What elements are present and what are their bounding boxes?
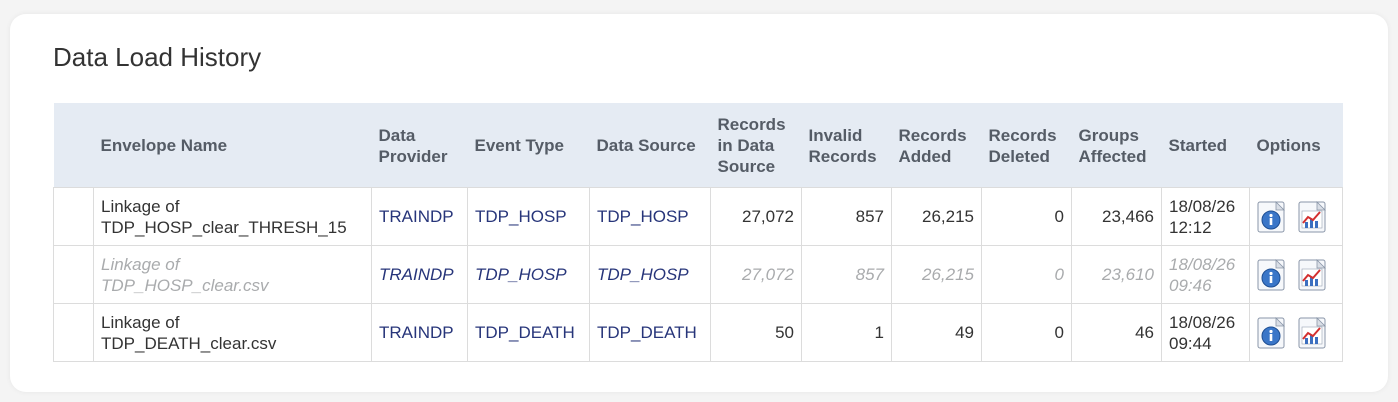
row-select-cell[interactable] [53,303,94,362]
data-load-history-card: Data Load History Envelope Name Data Prov… [10,14,1388,392]
header-invalid-records[interactable]: Invalid Records [801,103,892,188]
records-deleted-cell: 0 [981,303,1072,362]
header-records-deleted[interactable]: Records Deleted [981,103,1072,188]
header-records-added[interactable]: Records Added [891,103,982,188]
started-cell: 18/08/26 12:12 [1161,187,1250,246]
chart-icon[interactable] [1298,316,1328,349]
started-cell: 18/08/26 09:46 [1161,245,1250,304]
event-type-link[interactable]: TDP_HOSP [467,187,590,246]
options-cell [1249,245,1343,304]
header-records-in-source[interactable]: Records in Data Source [710,103,802,188]
groups-affected-cell: 46 [1071,303,1162,362]
info-icon[interactable] [1257,316,1287,349]
header-groups-affected[interactable]: Groups Affected [1071,103,1162,188]
row-select-cell[interactable] [53,187,94,246]
row-select-cell[interactable] [53,245,94,304]
started-cell: 18/08/26 09:44 [1161,303,1250,362]
event-type-link[interactable]: TDP_DEATH [467,303,590,362]
invalid-records-cell: 857 [801,187,892,246]
data-provider-link[interactable]: TRAINDP [371,245,468,304]
records-added-cell: 26,215 [891,245,982,304]
groups-affected-cell: 23,610 [1071,245,1162,304]
envelope-name-cell: Linkage of TDP_HOSP_clear_THRESH_15 [93,187,372,246]
chart-icon[interactable] [1298,258,1328,291]
table-row[interactable]: Linkage of TDP_HOSP_clear_THRESH_15 TRAIN… [53,187,1343,246]
invalid-records-cell: 1 [801,303,892,362]
records-added-cell: 49 [891,303,982,362]
header-started[interactable]: Started [1161,103,1250,188]
records-in-source-cell: 27,072 [710,187,802,246]
data-source-link[interactable]: TDP_DEATH [589,303,711,362]
table-body: Linkage of TDP_HOSP_clear_THRESH_15 TRAIN… [53,187,1343,362]
table-row[interactable]: Linkage of TDP_DEATH_clear.csv TRAINDP TD… [53,303,1343,362]
records-in-source-cell: 50 [710,303,802,362]
chart-icon[interactable] [1298,200,1328,233]
data-source-link[interactable]: TDP_HOSP [589,187,711,246]
data-load-history-table: Envelope Name Data Provider Event Type Da… [53,103,1343,362]
header-data-provider[interactable]: Data Provider [371,103,468,188]
info-icon[interactable] [1257,258,1287,291]
page-title: Data Load History [53,42,262,72]
header-data-source[interactable]: Data Source [589,103,711,188]
records-in-source-cell: 27,072 [710,245,802,304]
header-event-type[interactable]: Event Type [467,103,590,188]
envelope-name-cell: Linkage of TDP_HOSP_clear.csv [93,245,372,304]
header-select [53,103,94,188]
header-envelope-name[interactable]: Envelope Name [93,103,372,188]
invalid-records-cell: 857 [801,245,892,304]
event-type-link[interactable]: TDP_HOSP [467,245,590,304]
records-deleted-cell: 0 [981,187,1072,246]
records-deleted-cell: 0 [981,245,1072,304]
options-cell [1249,187,1343,246]
envelope-name-cell: Linkage of TDP_DEATH_clear.csv [93,303,372,362]
records-added-cell: 26,215 [891,187,982,246]
data-provider-link[interactable]: TRAINDP [371,303,468,362]
table-row[interactable]: Linkage of TDP_HOSP_clear.csv TRAINDP TDP… [53,245,1343,304]
table-header-row: Envelope Name Data Provider Event Type Da… [53,103,1343,188]
header-options: Options [1249,103,1343,188]
groups-affected-cell: 23,466 [1071,187,1162,246]
options-cell [1249,303,1343,362]
info-icon[interactable] [1257,200,1287,233]
data-provider-link[interactable]: TRAINDP [371,187,468,246]
data-source-link[interactable]: TDP_HOSP [589,245,711,304]
